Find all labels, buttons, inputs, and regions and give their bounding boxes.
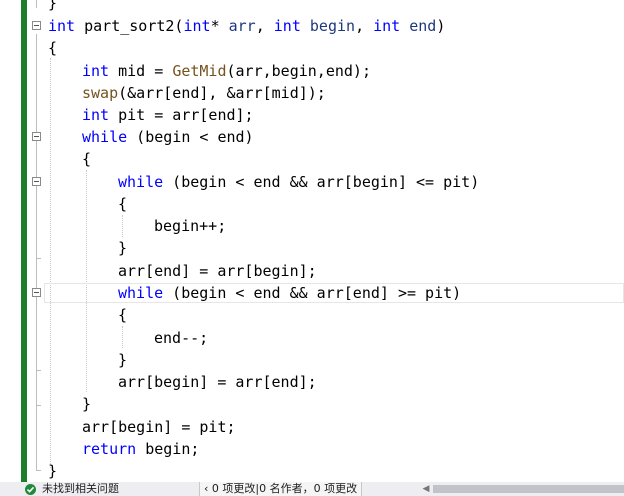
indent-guide xyxy=(122,215,123,237)
outline-tick xyxy=(36,470,41,471)
outline-guide xyxy=(36,0,37,8)
code-line: end--; xyxy=(154,329,209,347)
fold-toggle-icon[interactable] xyxy=(32,288,41,297)
code-line: { xyxy=(118,195,128,213)
code-line: swap(&arr[end], &arr[mid]); xyxy=(82,84,326,102)
issues-status-text[interactable]: 未找到相关问题 xyxy=(42,482,119,496)
git-changes-indicator[interactable]: ‹ 0 项更改|0 名作者，0 项更改 xyxy=(199,482,363,496)
outline-tick xyxy=(36,370,41,371)
change-tracking-bar xyxy=(21,0,27,482)
code-line: arr[begin] = arr[end]; xyxy=(118,373,317,391)
outline-tick xyxy=(36,258,41,259)
code-line: int part_sort2(int* arr, int begin, int … xyxy=(48,17,446,35)
scroll-left-icon[interactable]: ◀ xyxy=(421,484,431,494)
status-bar: 未找到相关问题 ‹ 0 项更改|0 名作者，0 项更改 ◀ xyxy=(0,482,624,496)
code-line: } xyxy=(118,351,128,369)
code-editor[interactable]: } int part_sort2(int* arr, int begin, in… xyxy=(0,0,624,482)
code-line: begin++; xyxy=(154,217,227,235)
code-line: arr[end] = arr[begin]; xyxy=(118,262,317,280)
code-line: while (begin < end) xyxy=(82,128,254,146)
code-line: int mid = GetMid(arr,begin,end); xyxy=(82,62,371,80)
code-line: { xyxy=(48,39,58,57)
code-line: } xyxy=(48,462,58,480)
code-line: { xyxy=(82,150,92,168)
outline-tick xyxy=(36,405,41,406)
code-line: while (begin < end && arr[begin] <= pit) xyxy=(118,173,480,191)
code-line: } xyxy=(82,395,92,413)
indent-guide xyxy=(50,58,51,468)
code-line: while (begin < end && arr[end] >= pit) xyxy=(118,284,462,302)
fold-toggle-icon[interactable] xyxy=(32,132,41,141)
code-line: int pit = arr[end]; xyxy=(82,106,254,124)
indent-guide xyxy=(122,326,123,348)
code-line: } xyxy=(48,0,58,12)
indent-guide xyxy=(86,170,87,392)
code-line: { xyxy=(118,306,128,324)
fold-toggle-icon[interactable] xyxy=(32,177,41,186)
code-line: return begin; xyxy=(82,440,200,458)
fold-toggle-icon[interactable] xyxy=(32,21,41,30)
code-line: arr[begin] = pit; xyxy=(82,418,236,436)
check-circle-icon xyxy=(25,484,36,495)
code-line: } xyxy=(118,239,128,257)
horizontal-scrollbar[interactable] xyxy=(433,485,624,493)
